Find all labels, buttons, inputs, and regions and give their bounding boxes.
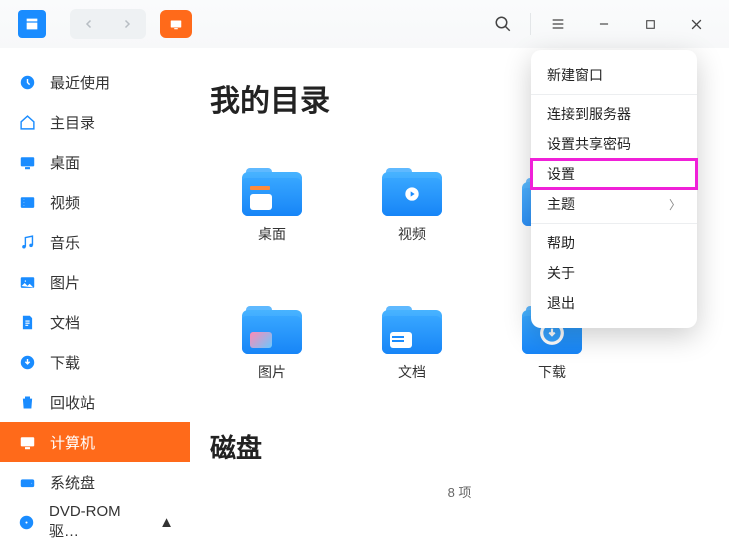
menu-item-exit[interactable]: 退出 [531,288,697,318]
menu-item-help[interactable]: 帮助 [531,228,697,258]
videos-icon [18,193,36,211]
sidebar-item-label: 音乐 [50,232,80,253]
sidebar-item-label: 图片 [50,272,80,293]
sidebar-item-dvd[interactable]: DVD-ROM 驱… ▲ [0,502,190,542]
maximize-button[interactable] [627,0,673,48]
menu-item-share-password[interactable]: 设置共享密码 [531,129,697,159]
system-disk-icon [18,473,36,491]
sidebar-item-videos[interactable]: 视频 [0,182,190,222]
menu-item-about[interactable]: 关于 [531,258,697,288]
sidebar-item-downloads[interactable]: 下载 [0,342,190,382]
menu-item-label: 新建窗口 [547,65,603,85]
documents-icon [18,313,36,331]
search-button[interactable] [480,0,526,48]
sidebar-item-trash[interactable]: 回收站 [0,382,190,422]
divider [530,13,531,35]
sidebar-item-label: 主目录 [50,112,95,133]
tile-label: 下载 [538,362,566,382]
sidebar-item-computer[interactable]: 计算机 [0,422,190,462]
sidebar-item-label: 下载 [50,352,80,373]
folder-icon [382,168,442,216]
hamburger-menu-button[interactable] [535,0,581,48]
close-button[interactable] [673,0,719,48]
recent-icon [18,73,36,91]
eject-icon[interactable]: ▲ [159,514,174,531]
computer-icon [18,433,36,451]
sidebar-item-label: 系统盘 [50,472,95,493]
sidebar-item-music[interactable]: 音乐 [0,222,190,262]
context-menu: 新建窗口连接到服务器设置共享密码设置主题 〉帮助关于退出 [531,50,697,328]
music-icon [18,233,36,251]
sidebar-item-home[interactable]: 主目录 [0,102,190,142]
sidebar-item-recent[interactable]: 最近使用 [0,62,190,102]
section-heading-disks: 磁盘 [210,428,729,465]
tile-label: 文档 [398,362,426,382]
menu-item-label: 连接到服务器 [547,104,631,124]
menu-item-label: 设置共享密码 [547,134,631,154]
sidebar-item-label: 回收站 [50,392,95,413]
sidebar-item-label: 最近使用 [50,72,110,93]
home-icon [18,113,36,131]
downloads-icon [18,353,36,371]
back-button[interactable] [73,12,105,36]
dvd-icon [18,513,35,531]
sidebar-item-label: 计算机 [50,432,95,453]
sidebar-item-label: DVD-ROM 驱… [49,503,145,541]
sidebar-item-pictures[interactable]: 图片 [0,262,190,302]
tile-label: 桌面 [258,224,286,244]
folder-tile-desktop[interactable]: 桌面 [210,146,334,266]
menu-item-theme[interactable]: 主题 〉 [531,189,697,219]
menu-item-label: 主题 [547,194,575,214]
status-bar: 8 项 [190,482,729,501]
folder-icon [242,168,302,216]
forward-button[interactable] [111,12,143,36]
sidebar-item-label: 文档 [50,312,80,333]
folder-icon [242,306,302,354]
sidebar-item-desktop[interactable]: 桌面 [0,142,190,182]
trash-icon [18,393,36,411]
folder-icon [382,306,442,354]
menu-item-label: 关于 [547,263,575,283]
menu-item-settings[interactable]: 设置 [531,159,697,189]
menu-item-connect-server[interactable]: 连接到服务器 [531,99,697,129]
folder-tile-documents[interactable]: 文档 [350,284,474,404]
folder-tile-videos[interactable]: 视频 [350,146,474,266]
tile-label: 视频 [398,224,426,244]
sidebar: 最近使用主目录桌面视频音乐图片文档下载回收站计算机系统盘DVD-ROM 驱…▲ [0,48,190,507]
sidebar-item-documents[interactable]: 文档 [0,302,190,342]
desktop-icon [18,153,36,171]
chevron-right-icon: 〉 [669,196,681,213]
menu-item-new-window[interactable]: 新建窗口 [531,60,697,90]
menu-item-label: 帮助 [547,233,575,253]
sidebar-item-system-disk[interactable]: 系统盘 [0,462,190,502]
sidebar-item-label: 桌面 [50,152,80,173]
sidebar-item-label: 视频 [50,192,80,213]
pictures-icon [18,273,36,291]
menu-separator [531,223,697,224]
titlebar [0,0,729,48]
minimize-button[interactable] [581,0,627,48]
tile-label: 图片 [258,362,286,382]
folder-tile-pictures[interactable]: 图片 [210,284,334,404]
menu-separator [531,94,697,95]
nav-buttons [70,9,146,39]
location-button[interactable] [160,10,192,38]
menu-item-label: 设置 [547,164,575,184]
app-logo [18,10,46,38]
menu-item-label: 退出 [547,293,575,313]
